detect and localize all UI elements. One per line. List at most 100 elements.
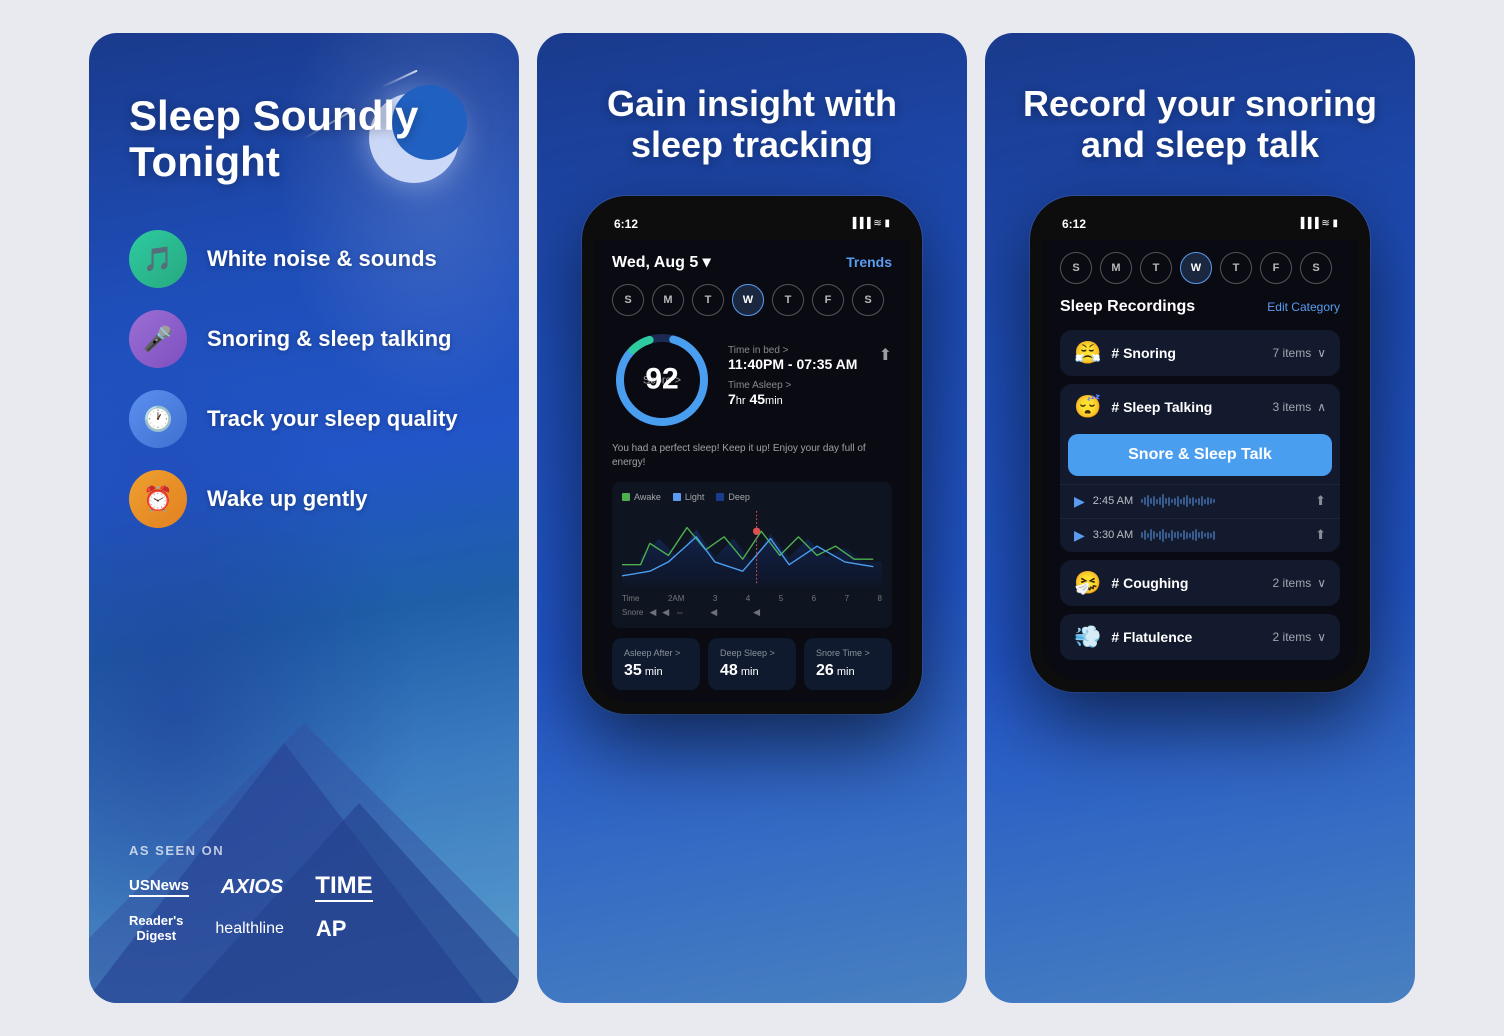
ap-logo: AP xyxy=(316,916,347,942)
white-noise-text: White noise & sounds xyxy=(207,246,437,272)
time-asleep-value: 7hr 45min xyxy=(728,391,857,407)
phone-content-2: Wed, Aug 5 ▾ Trends S M T W T F S xyxy=(594,240,910,702)
chart-axis: Time 2AM 3 4 5 6 7 8 xyxy=(622,594,882,603)
snoring-count: 7 items xyxy=(1273,346,1312,360)
feature-white-noise: 🎵 White noise & sounds xyxy=(129,230,479,288)
readers-digest-logo: Reader'sDigest xyxy=(129,914,183,943)
audio-time-2: 3:30 AM xyxy=(1093,529,1133,541)
edit-category-button[interactable]: Edit Category xyxy=(1267,300,1340,314)
day-dot-w-3[interactable]: W xyxy=(1180,252,1212,284)
recordings-header: Sleep Recordings Edit Category xyxy=(1060,298,1340,316)
panel-3-recordings: Record your snoring and sleep talk 6:12 … xyxy=(985,33,1415,1003)
time-asleep-stat: Time Asleep > 7hr 45min xyxy=(728,380,857,407)
sleep-talking-name: # Sleep Talking xyxy=(1111,399,1212,415)
panel-3-header: Record your snoring and sleep talk xyxy=(985,33,1415,196)
recordings-title: Sleep Recordings xyxy=(1060,298,1195,316)
wake-up-text: Wake up gently xyxy=(207,486,368,512)
snore-row: Snore ◀ ◀ ⇔ ◀ ◀ xyxy=(622,607,882,618)
day-dot-m[interactable]: M xyxy=(652,284,684,316)
score-circle: 92 Score > xyxy=(612,330,712,430)
panel-1-title: Sleep Soundly Tonight xyxy=(129,93,479,185)
day-dot-f-3[interactable]: F xyxy=(1260,252,1292,284)
audio-time-1: 2:45 AM xyxy=(1093,495,1133,507)
status-time: 6:12 xyxy=(614,217,638,231)
panel-1-sleep-soundly: Sleep Soundly Tonight 🎵 White noise & so… xyxy=(89,33,519,1003)
asleep-after-label: Asleep After > xyxy=(624,648,688,658)
day-dot-f[interactable]: F xyxy=(812,284,844,316)
flatulence-count: 2 items xyxy=(1273,630,1312,644)
category-sleep-talking: 😴 # Sleep Talking 3 items ∧ Snore & Slee… xyxy=(1060,384,1340,552)
day-dot-s2[interactable]: S xyxy=(852,284,884,316)
share-icon[interactable]: ⬆ xyxy=(879,345,892,365)
snoring-category-header[interactable]: 😤 # Snoring 7 items ∨ xyxy=(1060,330,1340,376)
day-dot-s2-3[interactable]: S xyxy=(1300,252,1332,284)
time-in-bed-label: Time in bed > xyxy=(728,345,857,356)
sleep-header: Wed, Aug 5 ▾ Trends xyxy=(612,252,892,272)
time-in-bed-stat: Time in bed > 11:40PM - 07:35 AM xyxy=(728,345,857,372)
category-coughing: 🤧 # Coughing 2 items ∨ xyxy=(1060,560,1340,606)
audio-row-1: ▶ 2:45 AM xyxy=(1060,484,1340,518)
wake-up-icon: ⏰ xyxy=(129,470,187,528)
coughing-name: # Coughing xyxy=(1111,575,1188,591)
play-button-2[interactable]: ▶ xyxy=(1074,527,1085,544)
as-seen-on: AS SEEN ON USNews AXIOS TIME Reader'sDig… xyxy=(129,843,479,943)
phone-content-3: S M T W T F S Sleep Recordings Edit Cate… xyxy=(1042,240,1358,680)
flatulence-emoji: 💨 xyxy=(1074,624,1101,650)
app-screenshot: Sleep Soundly Tonight 🎵 White noise & so… xyxy=(69,0,1435,1036)
play-button-1[interactable]: ▶ xyxy=(1074,493,1085,510)
snoring-icon: 🎤 xyxy=(129,310,187,368)
chart-area xyxy=(622,508,882,588)
sleep-talking-emoji: 😴 xyxy=(1074,394,1101,420)
asleep-after-value: 35 min xyxy=(624,662,688,680)
snore-time-label: Snore Time > xyxy=(816,648,880,658)
audio-row-2: ▶ 3:30 AM xyxy=(1060,518,1340,552)
legend-light: Light xyxy=(673,492,705,502)
coughing-emoji: 🤧 xyxy=(1074,570,1101,596)
chart-legend: Awake Light Deep xyxy=(622,492,882,502)
deep-sleep-label: Deep Sleep > xyxy=(720,648,784,658)
share-button-2[interactable]: ⬆ xyxy=(1315,527,1326,543)
deep-sleep-value: 48 min xyxy=(720,662,784,680)
time-in-bed-value: 11:40PM - 07:35 AM xyxy=(728,356,857,372)
track-sleep-icon: 🕐 xyxy=(129,390,187,448)
day-dot-t1-3[interactable]: T xyxy=(1140,252,1172,284)
snoring-chevron: ∨ xyxy=(1317,346,1326,360)
white-noise-icon: 🎵 xyxy=(129,230,187,288)
feature-track-sleep: 🕐 Track your sleep quality xyxy=(129,390,479,448)
score-number: 92 xyxy=(645,364,678,394)
feature-list: 🎵 White noise & sounds 🎤 Snoring & sleep… xyxy=(129,230,479,528)
media-row-1: USNews AXIOS TIME xyxy=(129,872,479,902)
day-dot-t1[interactable]: T xyxy=(692,284,724,316)
sleep-score-section: 92 Score > Time in bed > 11:40PM xyxy=(612,330,892,430)
day-dot-s1[interactable]: S xyxy=(612,284,644,316)
day-dot-s1-3[interactable]: S xyxy=(1060,252,1092,284)
sleep-talking-header[interactable]: 😴 # Sleep Talking 3 items ∧ xyxy=(1060,384,1340,430)
day-dot-w[interactable]: W xyxy=(732,284,764,316)
as-seen-label: AS SEEN ON xyxy=(129,843,479,858)
flatulence-chevron: ∨ xyxy=(1317,630,1326,644)
status-time-3: 6:12 xyxy=(1062,217,1086,231)
media-row-2: Reader'sDigest healthline AP xyxy=(129,914,479,943)
bottom-stats: Asleep After > 35 min Deep Sleep > 48 mi… xyxy=(612,638,892,690)
day-dot-m-3[interactable]: M xyxy=(1100,252,1132,284)
coughing-count: 2 items xyxy=(1273,576,1312,590)
feature-snoring: 🎤 Snoring & sleep talking xyxy=(129,310,479,368)
usnews-logo: USNews xyxy=(129,877,189,897)
day-dot-t2-3[interactable]: T xyxy=(1220,252,1252,284)
share-button-1[interactable]: ⬆ xyxy=(1315,493,1326,509)
snoring-name: # Snoring xyxy=(1111,345,1176,361)
day-dot-t2[interactable]: T xyxy=(772,284,804,316)
axios-logo: AXIOS xyxy=(221,876,283,899)
coughing-header[interactable]: 🤧 # Coughing 2 items ∨ xyxy=(1060,560,1340,606)
flatulence-name: # Flatulence xyxy=(1111,629,1192,645)
panel-3-title: Record your snoring and sleep talk xyxy=(1015,83,1385,166)
track-sleep-text: Track your sleep quality xyxy=(207,406,458,432)
media-logos: USNews AXIOS TIME Reader'sDigest healthl… xyxy=(129,872,479,943)
category-flatulence: 💨 # Flatulence 2 items ∨ xyxy=(1060,614,1340,660)
status-icons-3: ▐▐▐ ≋ ▮ xyxy=(1297,218,1338,229)
snore-time-stat: Snore Time > 26 min xyxy=(804,638,892,690)
flatulence-header[interactable]: 💨 # Flatulence 2 items ∨ xyxy=(1060,614,1340,660)
trends-button[interactable]: Trends xyxy=(846,254,892,270)
feature-wake-up: ⏰ Wake up gently xyxy=(129,470,479,528)
phone-mockup-2: 6:12 ▐▐▐ ≋ ▮ Wed, Aug 5 ▾ Trends xyxy=(582,196,922,714)
